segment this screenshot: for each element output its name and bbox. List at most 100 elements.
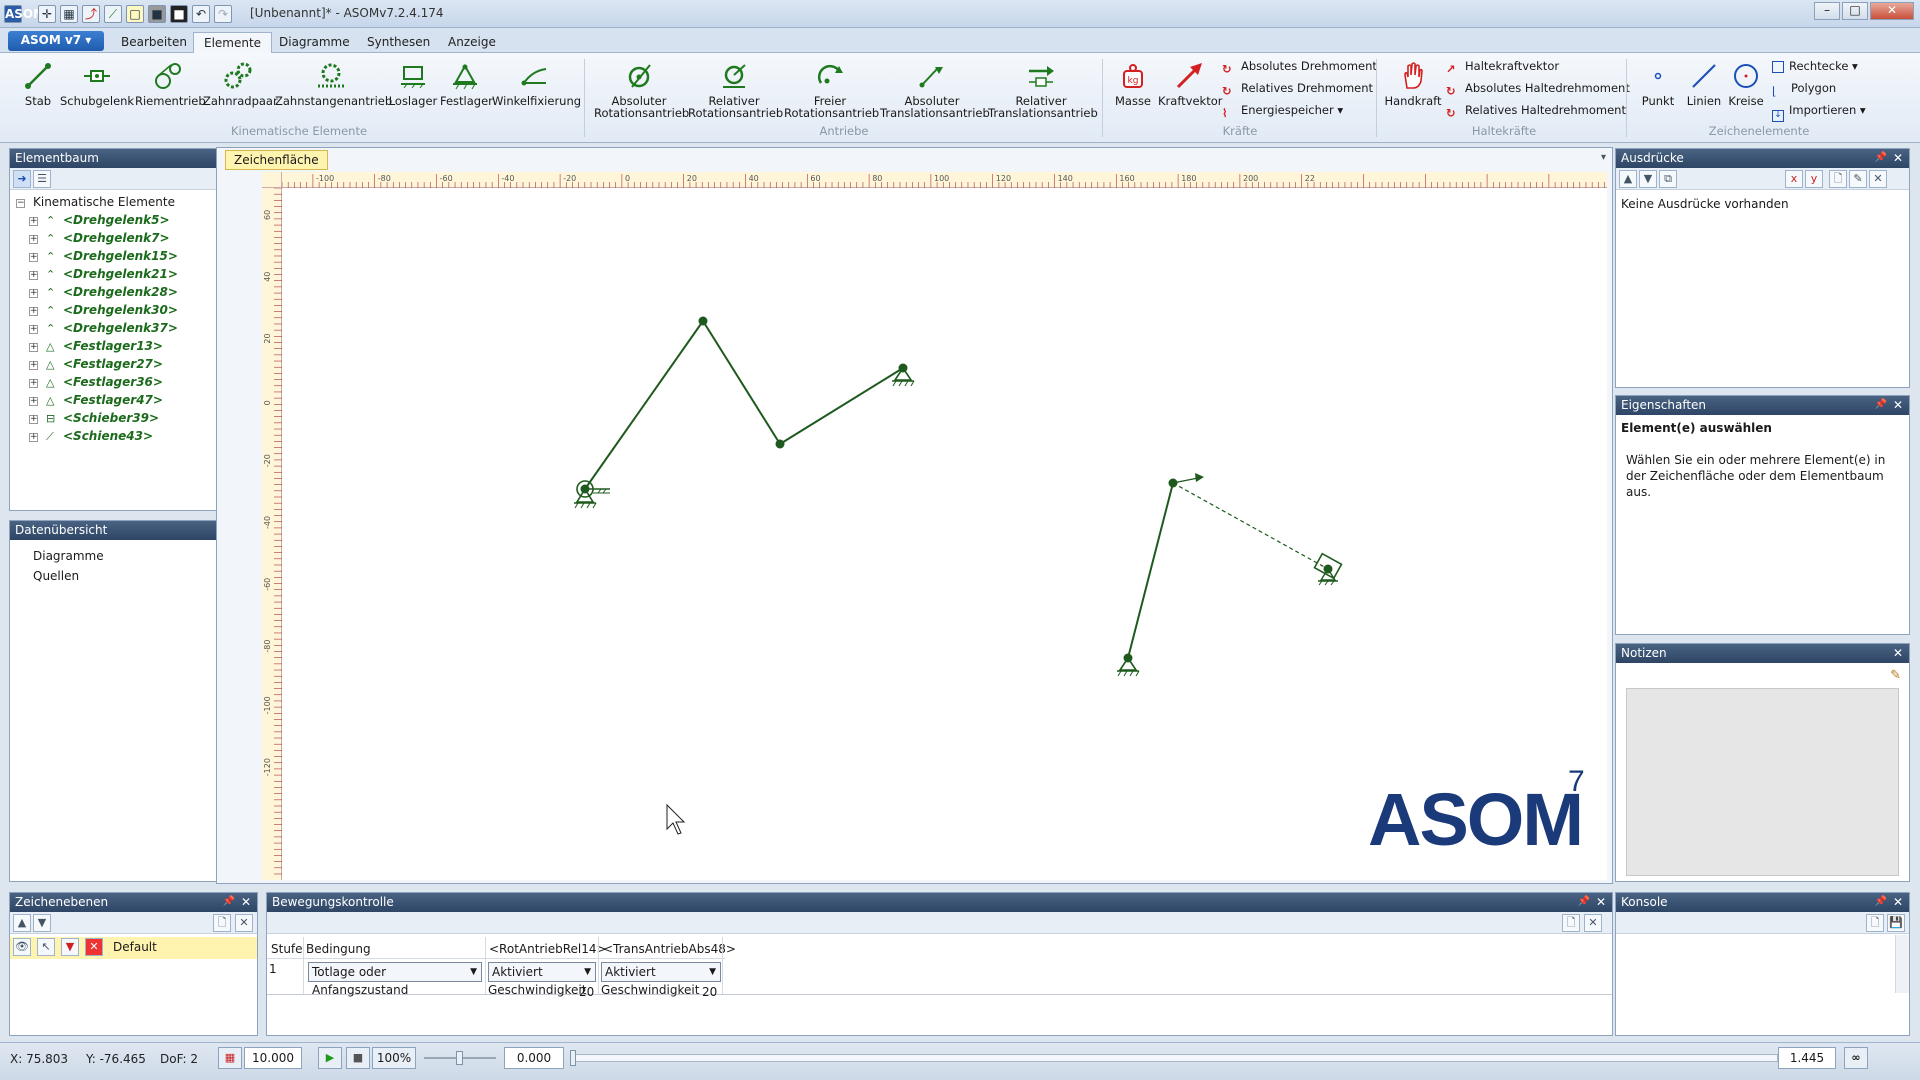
zahnstangenantrieb-button[interactable]: Zahnstangenantrieb <box>275 61 392 107</box>
tree-root[interactable]: − Kinematische Elemente <box>16 193 175 211</box>
close-icon[interactable]: ✕ <box>1893 893 1903 911</box>
rechtecke-button[interactable]: Rechtecke ▾ <box>1772 57 1858 75</box>
app-icon[interactable]: ASOM <box>4 5 45 23</box>
grid-icon[interactable]: ▦ <box>60 5 78 23</box>
tree-item[interactable]: + ⌃ <Drehgelenk37> <box>29 319 178 337</box>
curve-icon[interactable]: ⤴ <box>82 5 100 23</box>
white-fill-icon[interactable]: □ <box>126 5 144 23</box>
minimize-button[interactable]: – <box>1814 2 1840 20</box>
data-item-diagramme[interactable]: Diagramme <box>33 547 104 565</box>
expand-icon[interactable]: + <box>29 325 38 334</box>
close-icon[interactable]: ✕ <box>1893 396 1903 414</box>
grid-size-field[interactable]: 10.000 <box>244 1047 302 1069</box>
tree-item[interactable]: + ⌃ <Drehgelenk30> <box>29 301 178 319</box>
black-fill-icon[interactable]: ■ <box>170 5 188 23</box>
abs-torque-button[interactable]: ↻ Absolutes Drehmoment <box>1222 57 1377 76</box>
expand-icon[interactable]: + <box>29 289 38 298</box>
tab-zeichenflaeche[interactable]: Zeichenfläche <box>225 150 328 170</box>
tab-anzeige[interactable]: Anzeige <box>438 32 506 53</box>
schubgelenk-button[interactable]: Schubgelenk <box>60 61 134 107</box>
fixed-bearing[interactable] <box>892 363 915 387</box>
abs-holding-torque-button[interactable]: ↻ Absolutes Haltedrehmoment <box>1446 79 1630 98</box>
rot-drive-state-select[interactable]: Aktiviert ▼ <box>488 962 596 982</box>
filter-icon[interactable]: ▼ <box>61 938 79 956</box>
tree-item[interactable]: + ⌃ <Drehgelenk21> <box>29 265 178 283</box>
close-icon[interactable]: ✕ <box>1596 893 1606 911</box>
link-bar[interactable] <box>779 367 904 445</box>
expand-icon[interactable]: + <box>29 343 38 352</box>
tab-synthesen[interactable]: Synthesen <box>357 32 440 53</box>
expand-icon[interactable]: + <box>29 397 38 406</box>
move-down-icon[interactable]: ▼ <box>1639 170 1657 188</box>
loop-icon[interactable]: ∞ <box>1844 1047 1868 1069</box>
tree-item[interactable]: + △ <Festlager27> <box>29 355 163 373</box>
haltekraftvektor-button[interactable]: ↗ Haltekraftvektor <box>1446 57 1559 76</box>
visibility-icon[interactable]: 👁 <box>13 938 31 956</box>
data-item-quellen[interactable]: Quellen <box>33 567 79 585</box>
link-bar[interactable] <box>1127 482 1174 659</box>
tree-item[interactable]: + ⌃ <Drehgelenk7> <box>29 229 170 247</box>
tree-item[interactable]: + ⌃ <Drehgelenk5> <box>29 211 170 229</box>
close-icon[interactable]: ✕ <box>1893 149 1903 167</box>
rail-line[interactable] <box>1172 482 1329 570</box>
link-bar[interactable] <box>702 320 781 445</box>
tree-item[interactable]: + ⌃ <Drehgelenk15> <box>29 247 178 265</box>
linien-button[interactable]: Linien <box>1684 61 1724 107</box>
punkt-button[interactable]: Punkt <box>1634 61 1682 107</box>
expand-icon[interactable]: + <box>29 379 38 388</box>
tree-item[interactable]: + △ <Festlager36> <box>29 373 163 391</box>
pin-icon[interactable]: 📌 <box>1875 893 1887 911</box>
stab-button[interactable]: Stab <box>20 61 56 107</box>
riementrieb-button[interactable]: Riementrieb <box>135 61 206 107</box>
delete-step-icon[interactable]: ✕ <box>1584 914 1602 932</box>
new-layer-icon[interactable]: 🗋 <box>213 914 231 932</box>
console-scrollbar[interactable] <box>1895 935 1909 993</box>
speed-slider-thumb[interactable] <box>456 1051 463 1065</box>
close-button[interactable]: ✕ <box>1870 2 1914 20</box>
move-up-icon[interactable]: ▲ <box>13 914 31 932</box>
drawing-area[interactable]: ASOM 7 <box>282 188 1607 880</box>
new-expression-icon[interactable]: 🗋 <box>1829 170 1847 188</box>
expression-x-icon[interactable]: x <box>1785 170 1803 188</box>
edit-icon[interactable]: ✎ <box>1849 170 1867 188</box>
move-up-icon[interactable]: ▲ <box>1619 170 1637 188</box>
end-value-field[interactable]: 1.445 <box>1778 1047 1836 1069</box>
mechanism-drawing[interactable]: ASOM 7 <box>282 188 1607 880</box>
rel-torque-button[interactable]: ↻ Relatives Drehmoment <box>1222 79 1373 98</box>
revolute-joint[interactable] <box>1168 478 1178 488</box>
expand-icon[interactable]: + <box>29 271 38 280</box>
zahnradpaar-button[interactable]: Zahnradpaar <box>203 61 278 107</box>
bedingung-select[interactable]: Totlage oder Anfangszustand ▼ <box>308 962 482 997</box>
collapse-icon[interactable]: − <box>16 199 25 208</box>
maximize-button[interactable]: □ <box>1842 2 1868 20</box>
tree-item[interactable]: + ⊟ <Schieber39> <box>29 409 159 427</box>
link-bar[interactable] <box>584 320 704 490</box>
move-down-icon[interactable]: ▼ <box>33 914 51 932</box>
tab-diagramme[interactable]: Diagramme <box>269 32 360 53</box>
move-icon[interactable]: ✛ <box>38 5 56 23</box>
mechanism-four-bar[interactable] <box>574 316 915 509</box>
mechanism-crank-slider[interactable] <box>1117 473 1343 677</box>
energy-storage-button[interactable]: ⌇ Energiespeicher ▾ <box>1222 101 1343 120</box>
app-menu-button[interactable]: ASOM v7 ▾ <box>8 31 104 51</box>
masse-button[interactable]: kg Masse <box>1110 61 1156 107</box>
tab-menu-icon[interactable]: ▾ <box>1601 152 1606 163</box>
layer-row[interactable]: 👁 ↖ ▼ ✕ Default <box>10 937 257 959</box>
close-icon[interactable]: ✕ <box>1893 644 1903 662</box>
stop-button[interactable]: ■ <box>346 1047 370 1069</box>
copy-icon[interactable]: ⧉ <box>1659 170 1677 188</box>
trans-speed-value[interactable]: 20 <box>702 984 717 1000</box>
bar-icon[interactable]: ⟋ <box>104 5 122 23</box>
zoom-level[interactable]: 100% <box>372 1047 416 1069</box>
rel-holding-torque-button[interactable]: ↻ Relatives Haltedrehmoment <box>1446 101 1626 120</box>
slider-block[interactable] <box>1313 552 1343 586</box>
pin-icon[interactable]: 📌 <box>223 893 235 911</box>
abs-rot-drive-button[interactable]: Absoluter Rotationsantrieb <box>594 61 689 119</box>
redo-icon[interactable]: ↷ <box>214 5 232 23</box>
polygon-button[interactable]: ⌊ Polygon <box>1772 79 1836 98</box>
revolute-joint[interactable] <box>698 316 708 326</box>
rel-rot-drive-button[interactable]: Relativer Rotationsantrieb <box>688 61 783 119</box>
abs-trans-drive-button[interactable]: Absoluter Translationsantrieb <box>880 61 990 119</box>
handkraft-button[interactable]: Handkraft <box>1384 61 1442 107</box>
select-icon[interactable]: ↖ <box>37 938 55 956</box>
